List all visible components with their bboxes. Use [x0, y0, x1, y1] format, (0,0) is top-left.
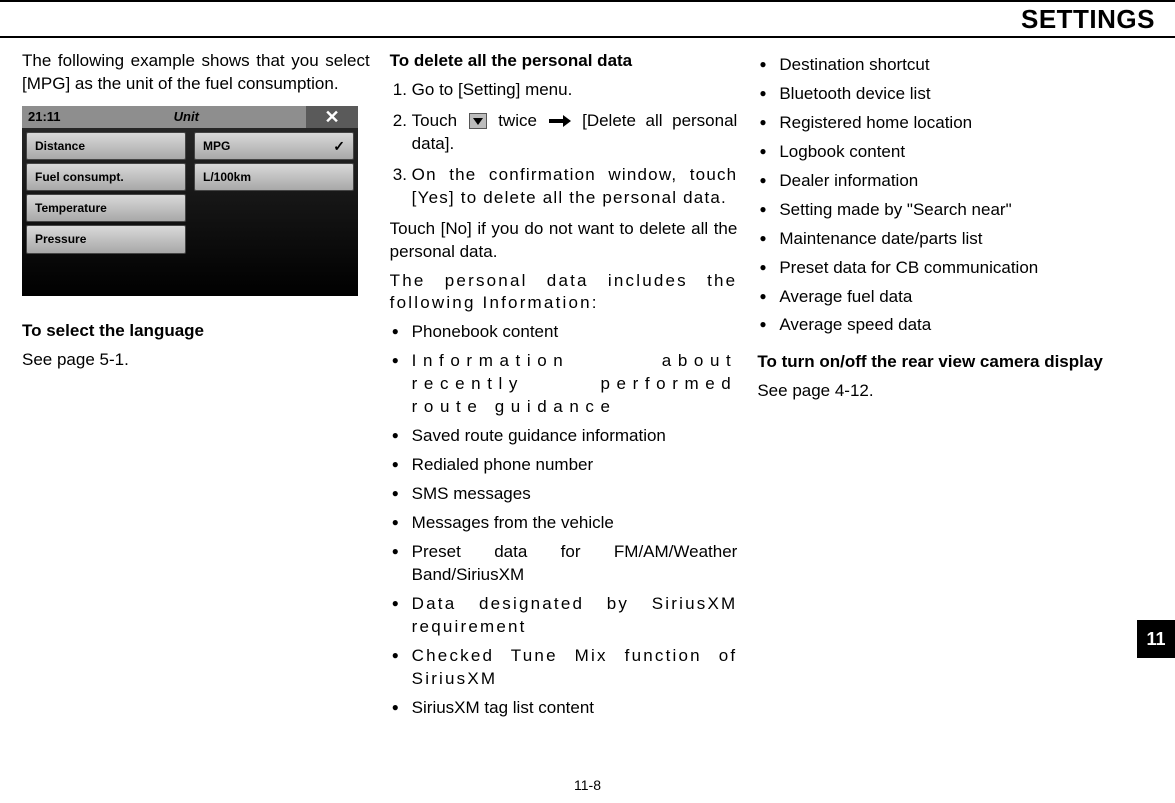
screenshot-body: Distance Fuel consumpt. Temperature Pres… [22, 128, 358, 296]
list-item: Maintenance date/parts list [757, 228, 1105, 251]
includes-intro: The personal data includes the following… [390, 270, 738, 316]
list-item: Phonebook content [390, 321, 738, 344]
list-item: Average fuel data [757, 286, 1105, 309]
list-item: Logbook content [757, 141, 1105, 164]
screenshot-right-list: MPG✓ L/100km [190, 128, 358, 296]
step-1: Go to [Setting] menu. [412, 79, 738, 102]
list-item: MPG✓ [194, 132, 354, 160]
page-title: SETTINGS [1021, 4, 1155, 35]
section-tab: 11 [1137, 620, 1175, 658]
close-icon: ✕ [306, 106, 358, 128]
list-item: L/100km [194, 163, 354, 191]
list-item: Preset data for CB communication [757, 257, 1105, 280]
list-item: Messages from the vehicle [390, 512, 738, 535]
column-2: To delete all the personal data Go to [S… [390, 50, 738, 763]
camera-ref: See page 4-12. [757, 380, 1105, 403]
list-item: Checked Tune Mix function of SiriusXM [390, 645, 738, 691]
screenshot-title: Unit [67, 108, 306, 126]
list-item: Distance [26, 132, 186, 160]
list-item: Redialed phone number [390, 454, 738, 477]
delete-steps: Go to [Setting] menu. Touch twice [Delet… [390, 79, 738, 210]
unit-screenshot: 21:11 Unit ✕ Distance Fuel consumpt. Tem… [22, 106, 358, 296]
list-item: Temperature [26, 194, 186, 222]
personal-data-list-a: Phonebook content Information about rece… [390, 321, 738, 719]
page-number: 11-8 [0, 777, 1175, 793]
down-arrow-icon [469, 113, 487, 129]
list-item: Preset data for FM/AM/Weather Band/Siriu… [390, 541, 738, 587]
list-item: Fuel consumpt. [26, 163, 186, 191]
list-item: SMS messages [390, 483, 738, 506]
step-2: Touch twice [Delete all personal data]. [412, 110, 738, 156]
page-header: SETTINGS [0, 0, 1175, 38]
list-item: Dealer information [757, 170, 1105, 193]
arrow-right-icon [549, 116, 571, 126]
screenshot-left-list: Distance Fuel consumpt. Temperature Pres… [22, 128, 190, 296]
delete-heading: To delete all the personal data [390, 50, 738, 73]
camera-heading: To turn on/off the rear view camera disp… [757, 351, 1105, 374]
screenshot-time: 21:11 [22, 108, 67, 126]
step-3-sub: Touch [No] if you do not want to delete … [390, 218, 738, 264]
list-item: Setting made by "Search near" [757, 199, 1105, 222]
language-heading: To select the language [22, 320, 370, 343]
list-item: SiriusXM tag list content [390, 697, 738, 720]
language-ref: See page 5-1. [22, 349, 370, 372]
list-item: Average speed data [757, 314, 1105, 337]
content-columns: The following example shows that you sel… [22, 50, 1105, 763]
list-item: Registered home location [757, 112, 1105, 135]
screenshot-titlebar: 21:11 Unit ✕ [22, 106, 358, 128]
intro-text: The following example shows that you sel… [22, 50, 370, 96]
check-icon: ✓ [333, 137, 345, 156]
column-1: The following example shows that you sel… [22, 50, 370, 763]
list-item: Destination shortcut [757, 54, 1105, 77]
list-item: Information about recently performed rou… [390, 350, 738, 419]
list-item: Bluetooth device list [757, 83, 1105, 106]
column-3: Destination shortcut Bluetooth device li… [757, 50, 1105, 763]
personal-data-list-b: Destination shortcut Bluetooth device li… [757, 54, 1105, 337]
list-item: Data designated by SiriusXM requirement [390, 593, 738, 639]
list-item: Saved route guidance information [390, 425, 738, 448]
step-3: On the confirmation window, touch [Yes] … [412, 164, 738, 210]
manual-page: SETTINGS The following example shows tha… [0, 0, 1175, 803]
list-item: Pressure [26, 225, 186, 253]
